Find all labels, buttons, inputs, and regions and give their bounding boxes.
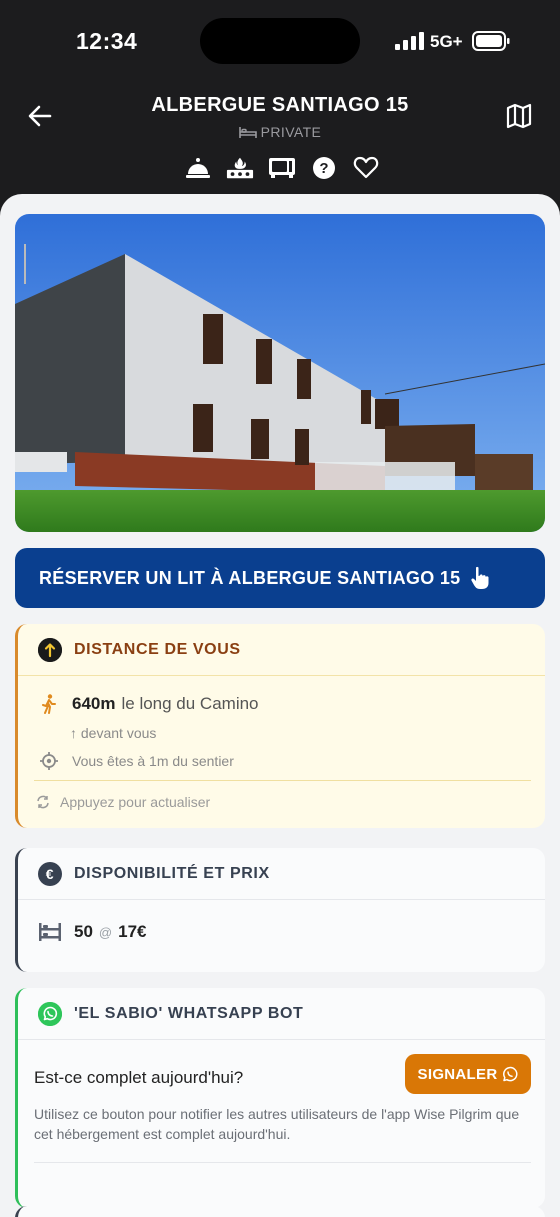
refresh-label: Appuyez pour actualiser (60, 794, 211, 810)
distance-along: le long du Camino (121, 694, 259, 713)
direction-arrow-icon (38, 637, 62, 662)
trail-distance-text: Vous êtes à 1m du sentier (72, 753, 234, 769)
favorite-heart-icon[interactable] (352, 154, 380, 182)
distance-row: 640m le long du Camino (40, 694, 259, 714)
next-card-peek (15, 1206, 545, 1217)
report-full-button[interactable]: SIGNALER (405, 1054, 531, 1094)
bed-price: 17€ (118, 922, 147, 941)
page-title: ALBERGUE SANTIAGO 15 (151, 94, 409, 116)
walking-person-icon (42, 694, 56, 714)
refresh-icon (37, 795, 49, 809)
dynamic-island (200, 18, 360, 64)
report-description: Utilisez ce bouton pour notifier les aut… (34, 1106, 520, 1142)
euro-icon: € (38, 861, 62, 886)
beds-price-row: 50 @ 17€ (38, 922, 147, 942)
map-icon[interactable] (504, 101, 534, 131)
tap-hand-icon (471, 566, 489, 589)
bunk-bed-icon (39, 923, 61, 941)
distance-direction: ↑ devant vous (70, 725, 157, 741)
status-time: 12:34 (76, 28, 138, 54)
report-button-label: SIGNALER (417, 1065, 498, 1083)
divider (34, 1162, 531, 1163)
crosshair-location-icon (40, 752, 58, 770)
page-subtitle: PRIVATE (0, 124, 560, 140)
whatsapp-bot-card: 'EL SABIO' WHATSAPP BOT Est-ce complet a… (15, 988, 545, 1208)
app-header: ALBERGUE SANTIAGO 15 PRIVATE ? (0, 84, 560, 194)
bed-count: 50 (74, 922, 93, 941)
reception-bell-icon[interactable] (184, 154, 212, 182)
cellular-signal-icon (395, 32, 424, 50)
trail-distance-row: Vous êtes à 1m du sentier (40, 752, 234, 770)
distance-card-header: DISTANCE DE VOUS (18, 624, 545, 676)
help-icon[interactable]: ? (310, 154, 338, 182)
availability-card-title: DISPONIBILITÉ ET PRIX (74, 864, 270, 882)
bed-icon (238, 127, 257, 138)
battery-icon (472, 31, 510, 51)
microwave-icon[interactable] (268, 154, 296, 182)
amenities-row: ? (184, 154, 380, 182)
content-sheet: RÉSERVER UN LIT À ALBERGUE SANTIAGO 15 D… (0, 194, 560, 1217)
availability-card-header: € DISPONIBILITÉ ET PRIX (18, 848, 545, 900)
reserve-button-label: RÉSERVER UN LIT À ALBERGUE SANTIAGO 15 (39, 567, 461, 588)
distance-card: DISTANCE DE VOUS 640m le long du Camino … (15, 624, 545, 828)
bot-card-header: 'EL SABIO' WHATSAPP BOT (18, 988, 545, 1040)
divider (34, 780, 531, 781)
at-symbol: @ (98, 924, 113, 940)
bot-card-title: 'EL SABIO' WHATSAPP BOT (74, 1004, 304, 1022)
network-type: 5G+ (430, 32, 463, 51)
whatsapp-outline-icon (503, 1066, 518, 1082)
svg-text:?: ? (319, 160, 328, 177)
distance-card-title: DISTANCE DE VOUS (74, 640, 241, 658)
hero-photo (15, 214, 545, 532)
full-today-question: Est-ce complet aujourd'hui? (34, 1068, 244, 1087)
kitchen-stove-icon[interactable] (226, 154, 254, 182)
accommodation-type: PRIVATE (260, 124, 322, 140)
availability-price-card: € DISPONIBILITÉ ET PRIX 50 @ 17€ (15, 848, 545, 972)
reserve-bed-button[interactable]: RÉSERVER UN LIT À ALBERGUE SANTIAGO 15 (15, 548, 545, 608)
status-bar: 12:34 5G+ (0, 0, 560, 84)
refresh-location-button[interactable]: Appuyez pour actualiser (36, 794, 210, 810)
distance-value: 640m (72, 694, 116, 713)
whatsapp-icon (38, 1001, 62, 1026)
